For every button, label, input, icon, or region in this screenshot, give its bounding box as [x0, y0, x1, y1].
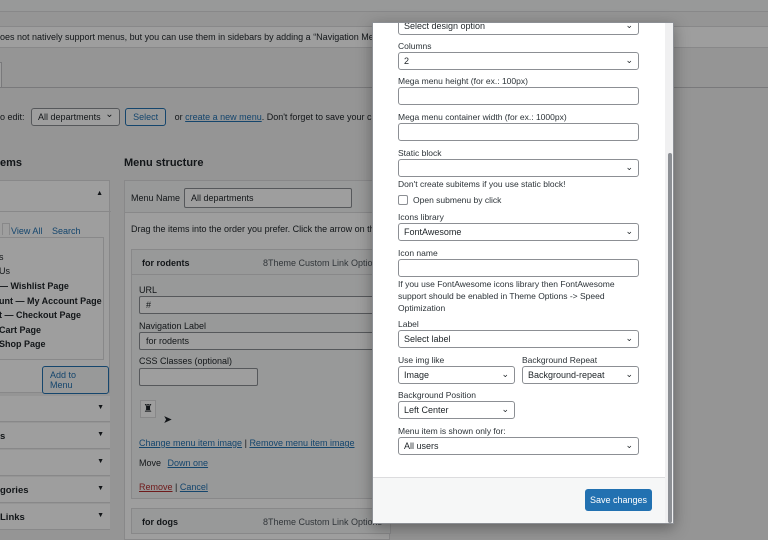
use-img-value: Image	[404, 370, 430, 380]
chevron-down-icon: ⌄	[625, 22, 633, 30]
static-block-note: Don't create subitems if you use static …	[398, 179, 566, 189]
icon-name-label: Icon name	[398, 248, 438, 258]
columns-select[interactable]: 2 ⌄	[398, 52, 639, 70]
chevron-down-icon: ⌄	[501, 404, 509, 414]
chevron-down-icon: ⌄	[625, 226, 633, 236]
chevron-down-icon: ⌄	[625, 333, 633, 343]
modal-scrollbar-thumb[interactable]	[668, 153, 672, 523]
columns-value: 2	[404, 56, 410, 66]
label-select[interactable]: Select label ⌄	[398, 330, 639, 348]
icons-library-select[interactable]: FontAwesome ⌄	[398, 223, 639, 241]
bg-repeat-value: Background-repeat	[528, 370, 605, 380]
icon-name-input[interactable]	[398, 259, 639, 277]
mega-width-label: Mega menu container width (for ex.: 1000…	[398, 112, 567, 122]
shown-for-select[interactable]: All users ⌄	[398, 437, 639, 455]
static-block-select[interactable]: ⌄	[398, 159, 639, 177]
mega-width-input[interactable]	[398, 123, 639, 141]
mega-height-input[interactable]	[398, 87, 639, 105]
use-img-select[interactable]: Image ⌄	[398, 366, 515, 384]
icons-library-label: Icons library	[398, 212, 444, 222]
bg-repeat-select[interactable]: Background-repeat ⌄	[522, 366, 639, 384]
chevron-down-icon: ⌄	[501, 369, 509, 379]
shown-for-label: Menu item is shown only for:	[398, 426, 506, 436]
icon-note: If you use FontAwesome icons library the…	[398, 279, 615, 313]
static-block-label: Static block	[398, 148, 442, 158]
chevron-down-icon: ⌄	[625, 369, 633, 379]
save-changes-button[interactable]: Save changes	[585, 489, 652, 511]
menu-item-options-modal: Select design option ⌄ Columns 2 ⌄ Mega me…	[372, 22, 674, 524]
bg-position-value: Left Center	[404, 405, 449, 415]
columns-label: Columns	[398, 41, 432, 51]
chevron-down-icon: ⌄	[625, 55, 633, 65]
design-option-select[interactable]: Select design option ⌄	[398, 22, 639, 35]
open-submenu-checkbox[interactable]	[398, 195, 408, 205]
label-value: Select label	[404, 334, 451, 344]
open-submenu-label: Open submenu by click	[413, 195, 502, 205]
bg-repeat-label: Background Repeat	[522, 355, 598, 365]
bg-position-label: Background Position	[398, 390, 476, 400]
label-label: Label	[398, 319, 419, 329]
shown-for-value: All users	[404, 441, 439, 451]
use-img-label: Use img like	[398, 355, 445, 365]
icons-library-value: FontAwesome	[404, 227, 462, 237]
chevron-down-icon: ⌄	[625, 440, 633, 450]
mega-height-label: Mega menu height (for ex.: 100px)	[398, 76, 528, 86]
chevron-down-icon: ⌄	[625, 162, 633, 172]
design-option-value: Select design option	[404, 22, 486, 31]
bg-position-select[interactable]: Left Center ⌄	[398, 401, 515, 419]
